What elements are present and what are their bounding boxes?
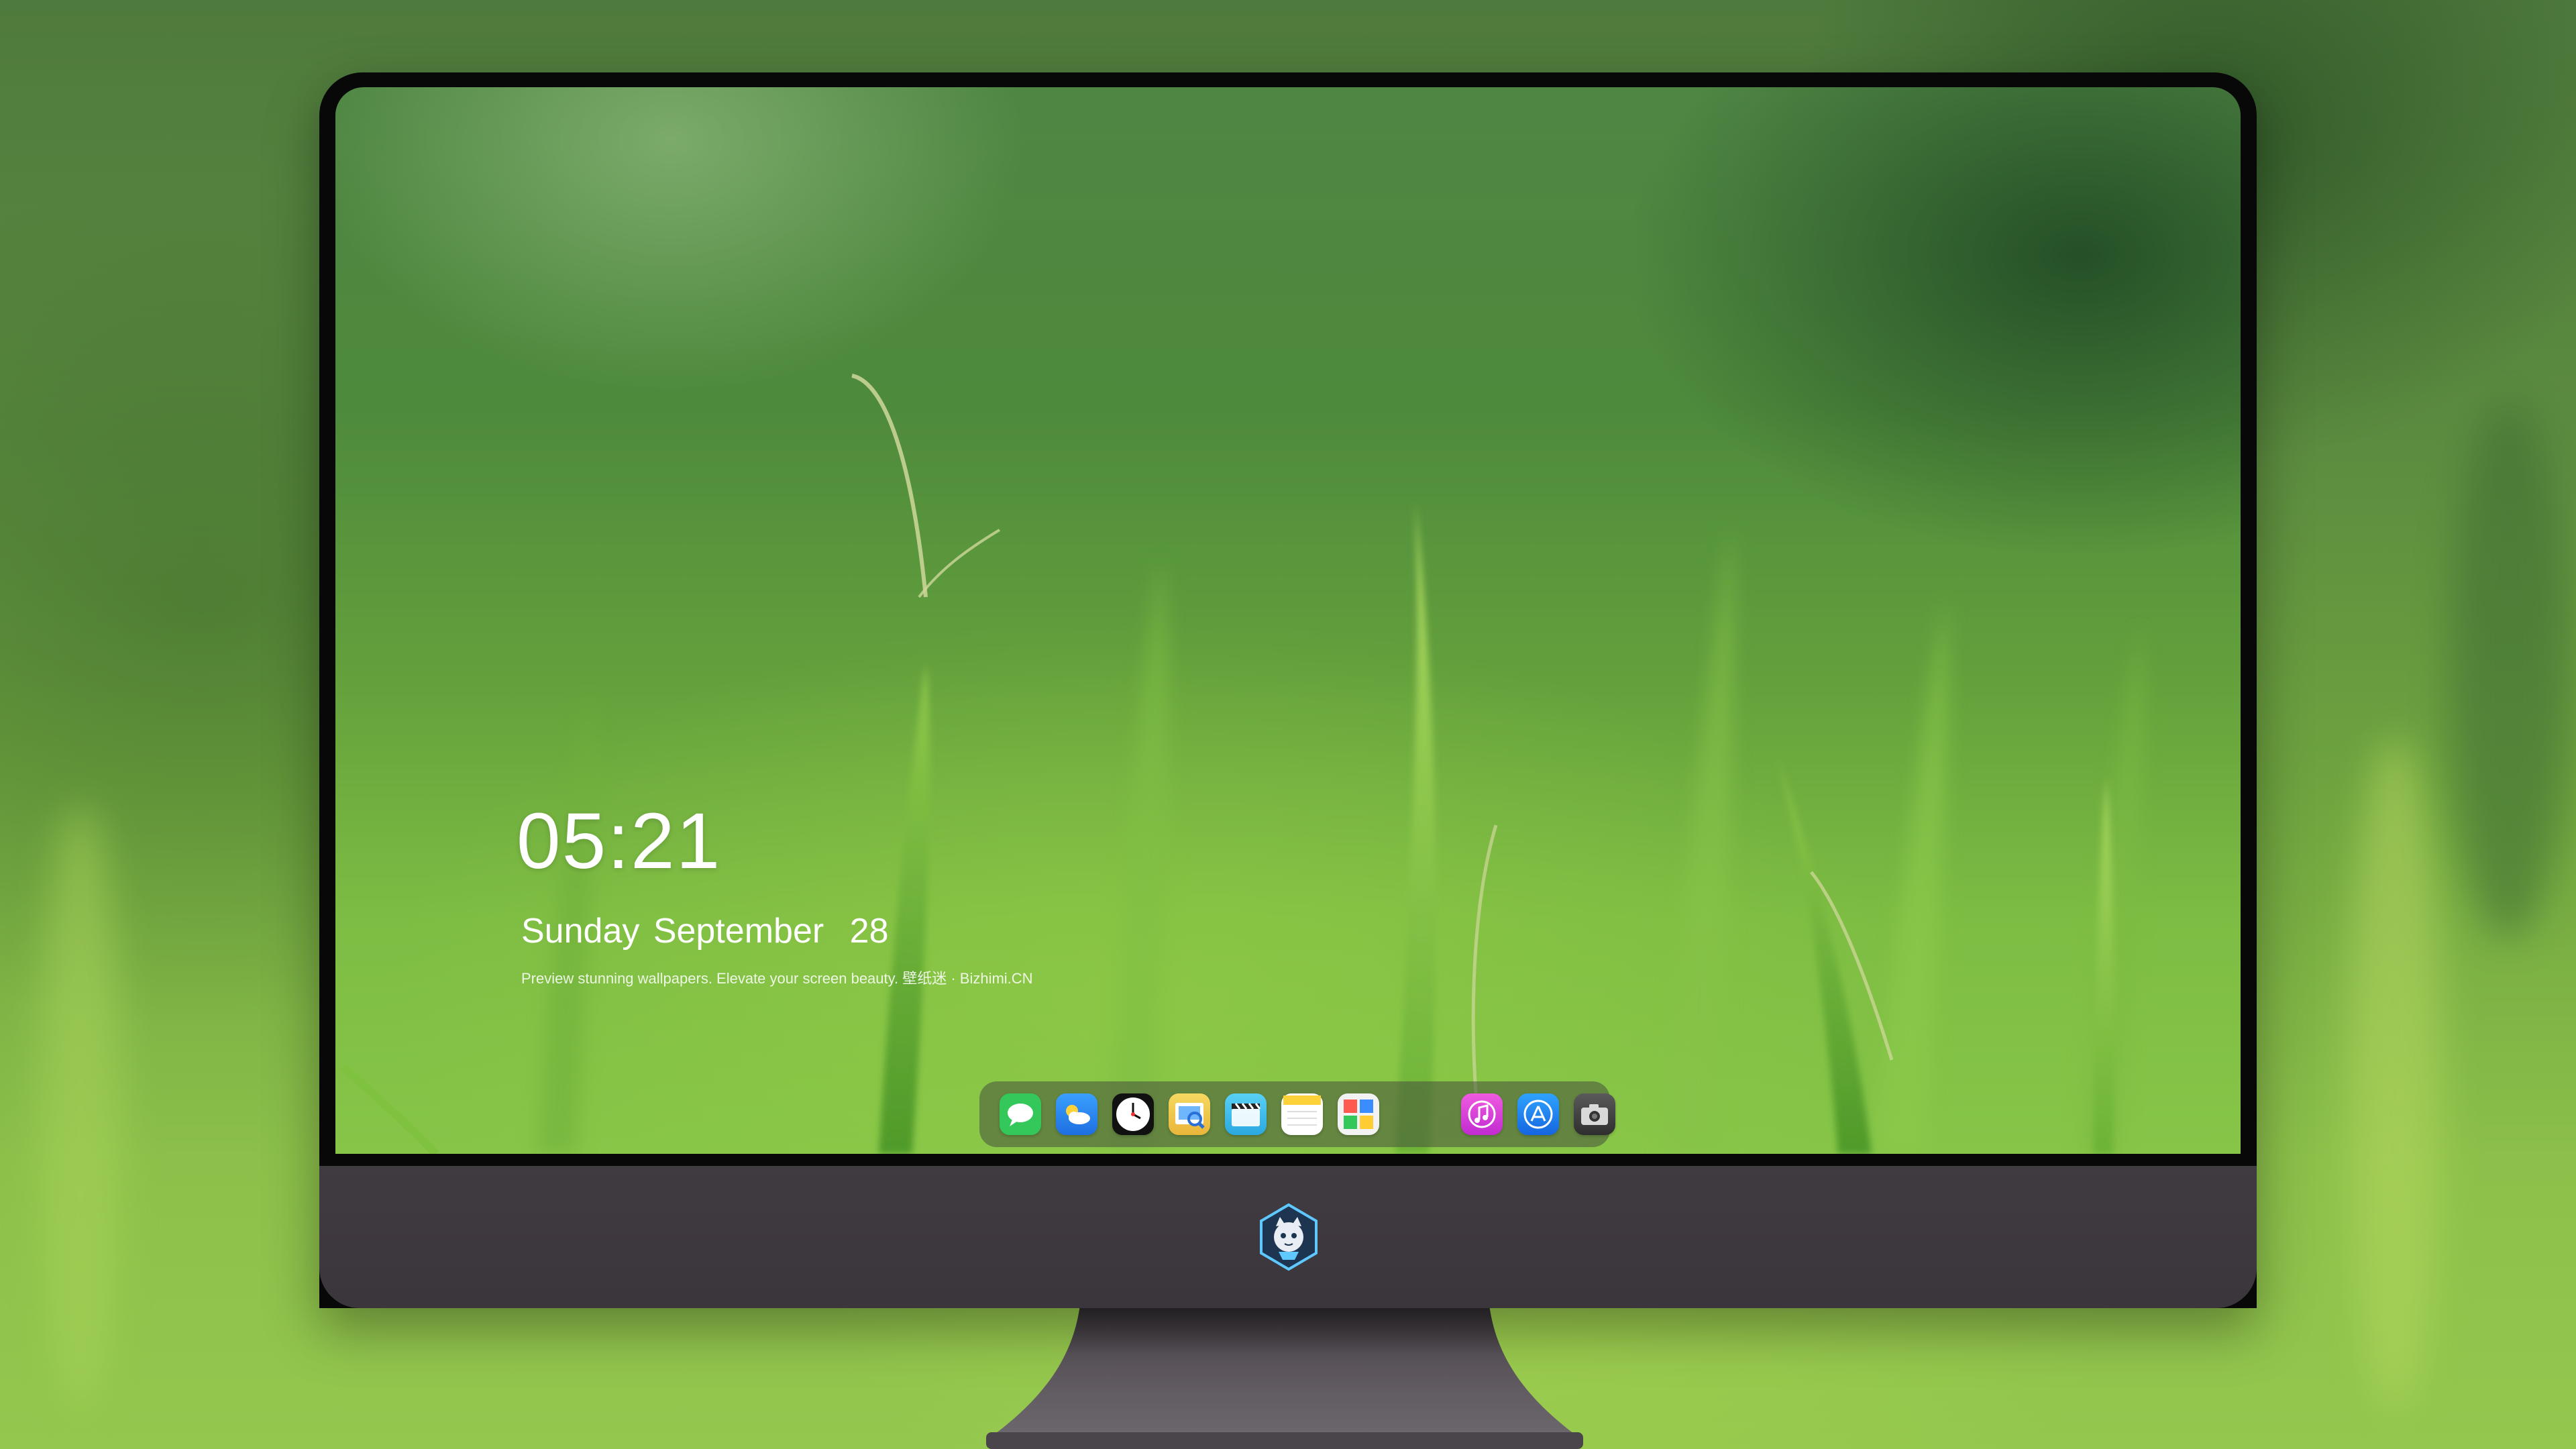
background-blur xyxy=(2449,402,2569,939)
grass-wallpaper xyxy=(339,374,2142,1154)
lockscreen-date: Sunday September 28 xyxy=(521,914,889,949)
weather-icon[interactable] xyxy=(1056,1093,1097,1135)
desktop-screen: 05:21 Sunday September 28 Preview stunni… xyxy=(335,87,2241,1154)
mascot-logo xyxy=(1260,1203,1318,1271)
background-blur xyxy=(40,805,121,1409)
camera-icon[interactable] xyxy=(1574,1093,1615,1135)
background-blur xyxy=(2348,738,2442,1409)
date-day: 28 xyxy=(849,912,889,951)
date-weekday: Sunday xyxy=(521,912,640,951)
lockscreen-clock: 05:21 xyxy=(517,797,722,885)
notes-icon[interactable] xyxy=(1281,1093,1323,1135)
clapperboard-icon[interactable] xyxy=(1225,1093,1267,1135)
music-icon[interactable] xyxy=(1461,1093,1503,1135)
clock-icon[interactable] xyxy=(1112,1093,1154,1135)
date-month: September xyxy=(653,912,824,951)
app-store-icon[interactable] xyxy=(1517,1093,1559,1135)
monitor-chin xyxy=(319,1166,2257,1308)
photo-booth-icon[interactable] xyxy=(1338,1093,1379,1135)
wallpaper-tagline: Preview stunning wallpapers. Elevate you… xyxy=(521,970,1033,987)
messages-icon[interactable] xyxy=(1000,1093,1041,1135)
dock xyxy=(979,1081,1615,1147)
preview-icon[interactable] xyxy=(1169,1093,1210,1135)
monitor-bezel: 05:21 Sunday September 28 Preview stunni… xyxy=(319,72,2257,1308)
